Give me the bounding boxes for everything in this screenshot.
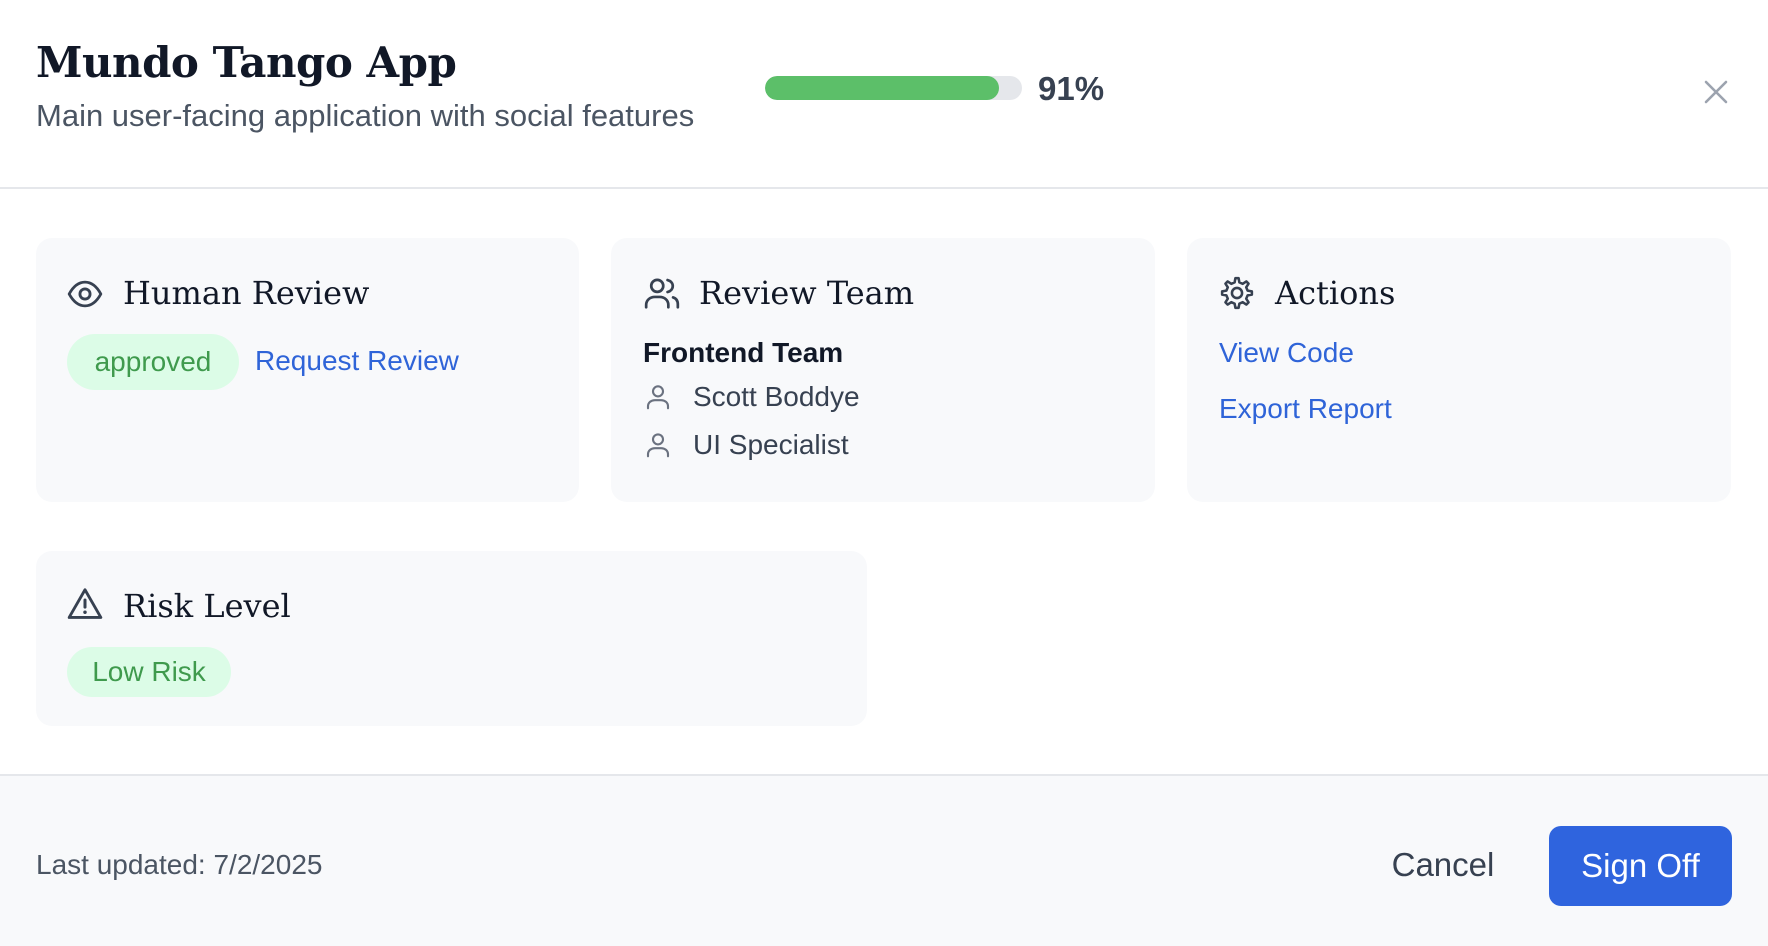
eye-icon	[67, 280, 103, 308]
risk-level-card: Risk Level Low Risk	[36, 551, 867, 726]
close-icon	[1704, 80, 1728, 104]
review-team-card: Review Team Frontend Team Scott Boddye U…	[611, 238, 1155, 502]
team-member-name: UI Specialist	[693, 429, 849, 460]
request-review-link[interactable]: Request Review	[255, 345, 459, 377]
review-team-title: Review Team	[699, 274, 915, 312]
close-button[interactable]	[1700, 76, 1732, 108]
risk-badge: Low Risk	[67, 647, 231, 697]
user-icon	[646, 433, 670, 458]
page-title: Mundo Tango App	[36, 38, 457, 87]
last-updated-text: Last updated: 7/2/2025	[36, 849, 323, 880]
risk-level-title: Risk Level	[123, 587, 291, 625]
view-code-link[interactable]: View Code	[1219, 337, 1354, 369]
team-name: Frontend Team	[643, 337, 844, 368]
human-review-title: Human Review	[123, 274, 370, 312]
team-member-name: Scott Boddye	[693, 381, 860, 412]
page-subtitle: Main user-facing application with social…	[36, 98, 695, 133]
export-report-link[interactable]: Export Report	[1219, 393, 1392, 425]
cancel-button[interactable]: Cancel	[1368, 846, 1518, 884]
actions-card: Actions View Code Export Report	[1187, 238, 1731, 502]
warning-triangle-icon	[67, 588, 103, 619]
progress-bar	[765, 76, 1022, 100]
progress-bar-fill	[765, 76, 999, 100]
actions-title: Actions	[1275, 274, 1396, 312]
dialog-header: Mundo Tango App Main user-facing applica…	[0, 0, 1768, 189]
user-icon	[646, 385, 670, 410]
human-review-card: Human Review approved Request Review	[36, 238, 579, 502]
users-icon	[644, 278, 680, 309]
dialog-footer: Last updated: 7/2/2025 Cancel Sign Off	[0, 774, 1768, 946]
gear-icon	[1220, 276, 1254, 310]
team-member: UI Specialist	[643, 429, 849, 461]
team-member: Scott Boddye	[643, 381, 860, 413]
sign-off-button[interactable]: Sign Off	[1549, 826, 1732, 906]
status-badge: approved	[67, 334, 239, 390]
progress-label: 91%	[1038, 70, 1105, 107]
